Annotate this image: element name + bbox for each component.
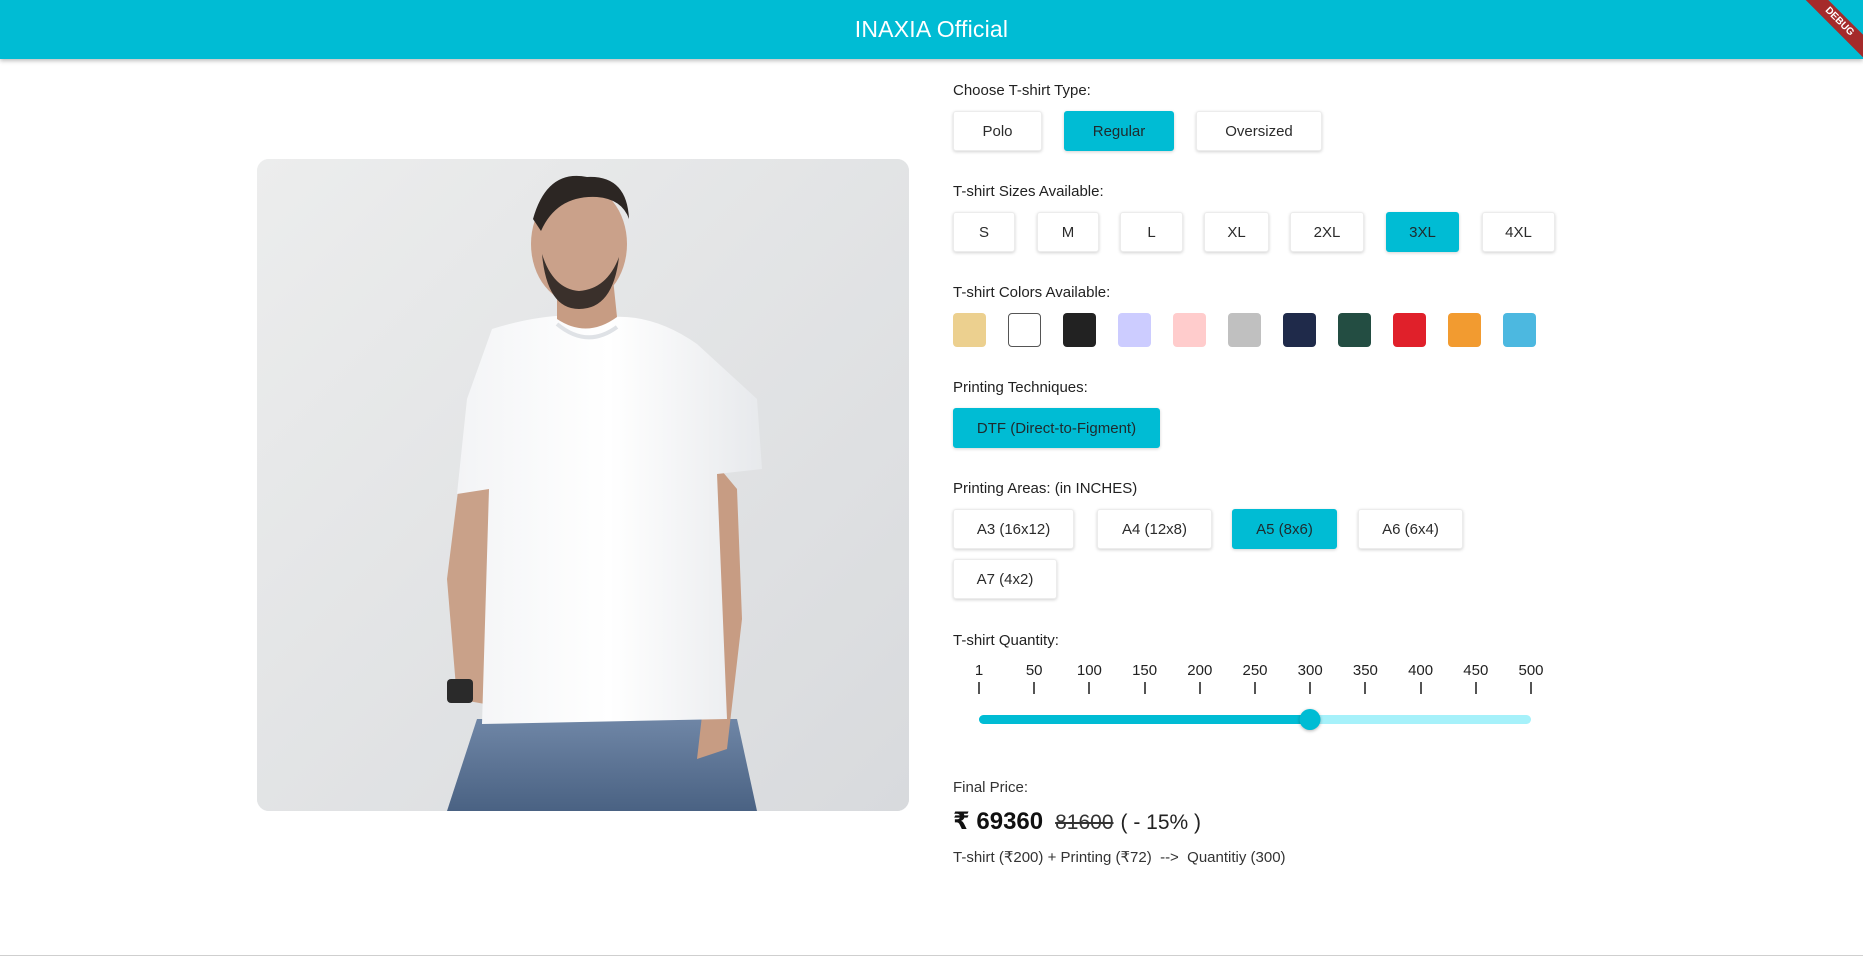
color-swatch[interactable] xyxy=(1063,313,1096,347)
color-swatch[interactable] xyxy=(953,313,986,347)
quantity-tick-label: 400 xyxy=(1408,662,1434,679)
quantity-section-label: T-shirt Quantity: xyxy=(953,632,1059,649)
discount-badge: ( - 15% ) xyxy=(1120,811,1202,834)
quantity-tick-label: 150 xyxy=(1132,662,1158,679)
area-option-a3[interactable]: A3 (16x12) xyxy=(953,509,1074,549)
color-swatch[interactable] xyxy=(1008,313,1041,347)
quantity-tick-mark xyxy=(1309,682,1312,694)
quantity-tick-mark xyxy=(978,682,980,694)
quantity-tick-mark xyxy=(1198,682,1201,694)
color-swatch[interactable] xyxy=(1228,313,1261,347)
quantity-tick-mark xyxy=(1474,682,1477,694)
color-swatch[interactable] xyxy=(1283,313,1316,347)
quantity-tick-label: 500 xyxy=(1518,662,1544,679)
color-swatch[interactable] xyxy=(1338,313,1371,347)
quantity-tick-mark xyxy=(1419,682,1422,694)
area-section-label: Printing Areas: (in INCHES) xyxy=(953,480,1138,497)
quantity-tick-label: 200 xyxy=(1187,662,1213,679)
quantity-tick-label: 250 xyxy=(1242,662,1268,679)
product-image xyxy=(257,159,909,811)
quantity-tick-label: 100 xyxy=(1076,662,1102,679)
quantity-tick-mark xyxy=(1033,682,1036,694)
price-breakdown: T-shirt (₹200) + Printing (₹72) --> Quan… xyxy=(953,849,1286,866)
quantity-tick-label: 300 xyxy=(1297,662,1323,679)
quantity-slider-thumb[interactable] xyxy=(1299,709,1321,730)
quantity-slider-fill xyxy=(979,715,1311,724)
quantity-slider[interactable] xyxy=(979,709,1531,730)
quantity-tick-mark xyxy=(1364,682,1367,694)
area-option-a5[interactable]: A5 (8x6) xyxy=(1232,509,1337,549)
type-option-regular[interactable]: Regular xyxy=(1064,111,1174,151)
quantity-tick-mark xyxy=(1530,682,1532,694)
size-option-s[interactable]: S xyxy=(953,212,1015,252)
size-option-4xl[interactable]: 4XL xyxy=(1482,212,1555,252)
type-option-polo[interactable]: Polo xyxy=(953,111,1042,151)
current-price: ₹ 69360 xyxy=(953,808,1044,835)
area-option-a4[interactable]: A4 (12x8) xyxy=(1097,509,1212,549)
quantity-tick-label: 450 xyxy=(1463,662,1489,679)
technique-option-dtf[interactable]: DTF (Direct-to-Figment) xyxy=(953,408,1160,448)
color-swatch[interactable] xyxy=(1118,313,1151,347)
quantity-tick-mark xyxy=(1088,682,1091,694)
customization-panel: Choose T-shirt Type: Polo Regular Oversi… xyxy=(953,0,1833,960)
technique-section-label: Printing Techniques: xyxy=(953,379,1088,396)
area-option-a6[interactable]: A6 (6x4) xyxy=(1358,509,1463,549)
original-price: 81600 xyxy=(1055,811,1114,834)
color-swatch[interactable] xyxy=(1448,313,1481,347)
size-option-l[interactable]: L xyxy=(1120,212,1183,252)
quantity-tick-label: 1 xyxy=(974,662,984,679)
size-option-3xl[interactable]: 3XL xyxy=(1386,212,1459,252)
tshirt-model-illustration xyxy=(257,159,909,811)
final-price-label: Final Price: xyxy=(953,779,1029,796)
size-section-label: T-shirt Sizes Available: xyxy=(953,183,1104,200)
color-swatch[interactable] xyxy=(1393,313,1426,347)
quantity-tick-mark xyxy=(1254,682,1256,694)
color-section-label: T-shirt Colors Available: xyxy=(953,284,1111,301)
size-option-m[interactable]: M xyxy=(1037,212,1099,252)
size-option-2xl[interactable]: 2XL xyxy=(1290,212,1364,252)
price-row: ₹ 69360 81600 ( - 15% ) xyxy=(953,807,1201,836)
color-swatch[interactable] xyxy=(1503,313,1536,347)
quantity-tick-label: 50 xyxy=(1025,662,1043,679)
area-option-a7[interactable]: A7 (4x2) xyxy=(953,559,1057,599)
color-swatch[interactable] xyxy=(1173,313,1206,347)
type-section-label: Choose T-shirt Type: xyxy=(953,82,1091,99)
quantity-tick-label: 350 xyxy=(1352,662,1378,679)
size-option-xl[interactable]: XL xyxy=(1204,212,1269,252)
bottom-divider xyxy=(0,955,1863,956)
quantity-tick-mark xyxy=(1143,682,1146,694)
type-option-oversized[interactable]: Oversized xyxy=(1196,111,1322,151)
